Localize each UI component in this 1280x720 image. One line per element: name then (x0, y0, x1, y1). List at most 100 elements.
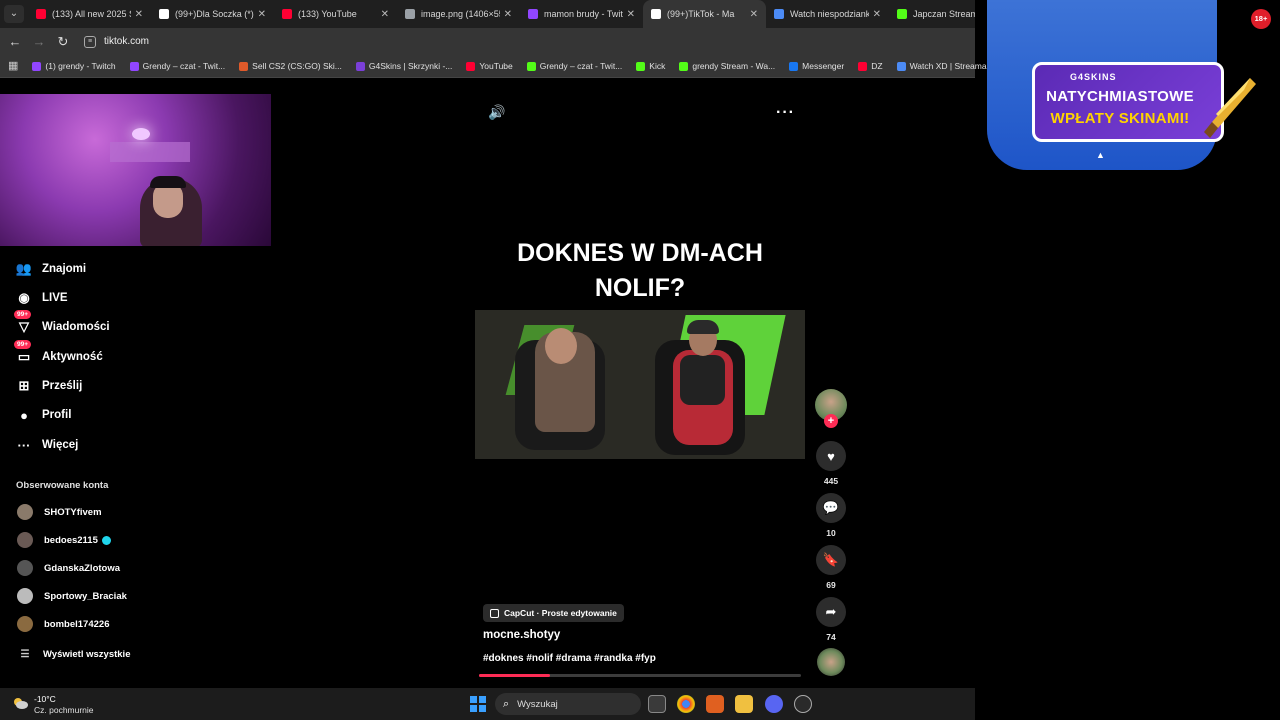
ad-subheadline: WPŁATY SKINAMI! (1050, 110, 1190, 127)
tab-favicon-icon (405, 9, 415, 19)
video-progress-bar[interactable] (479, 674, 801, 677)
tab-close-icon[interactable]: ✕ (258, 9, 266, 20)
more-options-icon[interactable]: ··· (776, 104, 795, 122)
url-field[interactable]: ≡ tiktok.com (84, 35, 149, 48)
sidebar-item-upload[interactable]: ⊞ Prześlij (16, 376, 83, 396)
reload-icon[interactable]: ↻ (52, 31, 74, 53)
tab-title: mamon brudy - Twitc (544, 9, 623, 19)
following-account[interactable]: GdanskaZlotowa (17, 559, 120, 577)
video-title: DOKNES W DM-ACH NOLIF? (475, 236, 805, 306)
following-account-name: bombel174226 (44, 618, 110, 630)
music-disc-icon[interactable] (817, 648, 845, 676)
sidebar-item-profile[interactable]: ● Profil (16, 405, 71, 425)
video-hashtags[interactable]: #doknes #nolif #drama #randka #fyp (483, 653, 656, 664)
back-icon[interactable]: ← (4, 31, 26, 53)
sidebar-item-label: Znajomi (42, 263, 87, 275)
tab-close-icon[interactable]: ✕ (873, 9, 881, 20)
browser-tab[interactable]: image.png (1406×55 ✕ (397, 0, 520, 28)
bookmark-label: Watch XD | Streama... (909, 61, 994, 71)
bookmark-favicon-icon (239, 61, 249, 71)
show-all-following-link[interactable]: ☰ Wyświetl wszystkie (17, 645, 131, 663)
taskbar (0, 688, 975, 720)
bookmark-label: Sell CS2 (CS:GO) Ski... (252, 61, 342, 71)
sidebar-item-label: LIVE (42, 292, 68, 304)
chrome-icon[interactable] (677, 695, 695, 713)
tab-close-icon[interactable]: ✕ (381, 9, 389, 20)
tab-title: Japczan Stream - W (913, 9, 975, 19)
task-view-icon[interactable] (648, 695, 666, 713)
app-triangle-icon[interactable] (706, 695, 724, 713)
bookmark-item[interactable]: Watch XD | Streama... (896, 61, 994, 71)
forward-icon[interactable]: → (28, 31, 50, 53)
tab-close-icon[interactable]: ✕ (627, 9, 635, 20)
bookmark-item[interactable]: YouTube (466, 61, 513, 71)
sidebar-item-activity[interactable]: ▭ 99+ Aktywność (14, 340, 103, 367)
like-button[interactable]: ♥ (816, 441, 846, 471)
sidebar-item-more[interactable]: ··· Więcej (16, 435, 79, 455)
browser-tab[interactable]: (133) All new 2025 SU ✕ (28, 0, 151, 28)
sidebar-item-messages[interactable]: ▽ 99+ Wiadomości (14, 310, 110, 337)
following-account[interactable]: bedoes2115 (17, 531, 111, 549)
taskbar-search-input[interactable]: ⌕ Wyszukaj (495, 693, 641, 715)
discord-icon[interactable] (765, 695, 783, 713)
bookmark-item[interactable]: G4Skins | Skrzynki -... (355, 61, 452, 71)
bookmark-item[interactable]: Grendy – czat - Twit... (526, 61, 622, 71)
browser-tab[interactable]: (99+)Dla Soczka (*) # ✕ (151, 0, 274, 28)
tabs-container: (133) All new 2025 SU✕(99+)Dla Soczka (*… (28, 0, 975, 28)
age-rating-badge: 18+ (1251, 9, 1271, 29)
bookmark-item[interactable]: DZ (858, 61, 883, 71)
bookmark-label: YouTube (479, 61, 513, 71)
browser-tab[interactable]: (99+)TikTok - Ma ✕ (643, 0, 766, 28)
tab-favicon-icon (774, 9, 784, 19)
bookmark-item[interactable]: Messenger (789, 61, 844, 71)
tab-close-icon[interactable]: ✕ (135, 9, 143, 20)
save-button[interactable]: 🔖 (816, 545, 846, 575)
video-progress-fill (479, 674, 550, 677)
tab-title: (99+)TikTok - Ma (667, 9, 735, 19)
following-account[interactable]: bombel174226 (17, 615, 109, 633)
activity-icon: ▭ (17, 349, 31, 364)
video-author[interactable]: mocne.shotyy (483, 629, 560, 641)
follow-plus-icon[interactable]: + (824, 414, 838, 428)
site-info-icon[interactable]: ≡ (84, 35, 96, 48)
tab-title: image.png (1406×55 (421, 9, 500, 19)
steam-icon[interactable] (794, 695, 812, 713)
bookmark-item[interactable]: Sell CS2 (CS:GO) Ski... (239, 61, 342, 71)
search-icon: ⌕ (503, 697, 510, 710)
tab-favicon-icon (159, 9, 169, 19)
bookmark-item[interactable]: grendy Stream - Wa... (679, 61, 775, 71)
following-account[interactable]: Sportowy_Braciak (17, 587, 127, 605)
ad-collapse-icon[interactable]: ▲ (1096, 150, 1105, 160)
weather-description: Cz. pochmurnie (34, 705, 94, 715)
file-explorer-icon[interactable] (735, 695, 753, 713)
bookmark-favicon-icon (896, 61, 906, 71)
volume-icon[interactable]: 🔊 (488, 104, 505, 121)
browser-tab[interactable]: (133) YouTube ✕ (274, 0, 397, 28)
bookmark-label: Grendy – czat - Twit... (142, 61, 226, 71)
share-button[interactable]: ➦ (816, 597, 846, 627)
sidebar-item-friends[interactable]: 👥 Znajomi (16, 259, 86, 279)
apps-grid-icon[interactable]: ▦ (8, 60, 18, 72)
comment-button[interactable]: 💬 (816, 493, 846, 523)
share-count: 74 (826, 632, 836, 642)
following-account[interactable]: SHOTYfivem (17, 503, 102, 521)
browser-tab[interactable]: Japczan Stream - W✕ (889, 0, 975, 28)
tab-search-button[interactable]: ⌄ (4, 5, 24, 23)
video-player[interactable] (475, 310, 805, 459)
bookmarks-bar: ▦ (1) grendy - Twitch Grendy – czat - Twi… (0, 55, 994, 78)
tab-close-icon[interactable]: ✕ (504, 9, 512, 20)
sidebar-item-label: Profil (42, 409, 72, 421)
bookmark-item[interactable]: Grendy – czat - Twit... (129, 61, 226, 71)
sidebar-item-label: Wiadomości (42, 321, 110, 333)
browser-tab[interactable]: Watch niespodzianka ✕ (766, 0, 889, 28)
bookmark-icon: 🔖 (822, 552, 840, 567)
bookmark-item[interactable]: (1) grendy - Twitch (32, 61, 116, 71)
browser-tab[interactable]: mamon brudy - Twitc ✕ (520, 0, 643, 28)
windows-start-icon[interactable] (470, 696, 486, 712)
sidebar-item-label: Więcej (42, 439, 79, 451)
bookmark-item[interactable]: Kick (636, 61, 665, 71)
sidebar-item-live[interactable]: ◉ LIVE (16, 288, 68, 308)
tab-close-icon[interactable]: ✕ (750, 9, 758, 20)
profile-icon: ● (20, 407, 28, 423)
capcut-badge[interactable]: CapCut · Proste edytowanie (483, 604, 624, 622)
